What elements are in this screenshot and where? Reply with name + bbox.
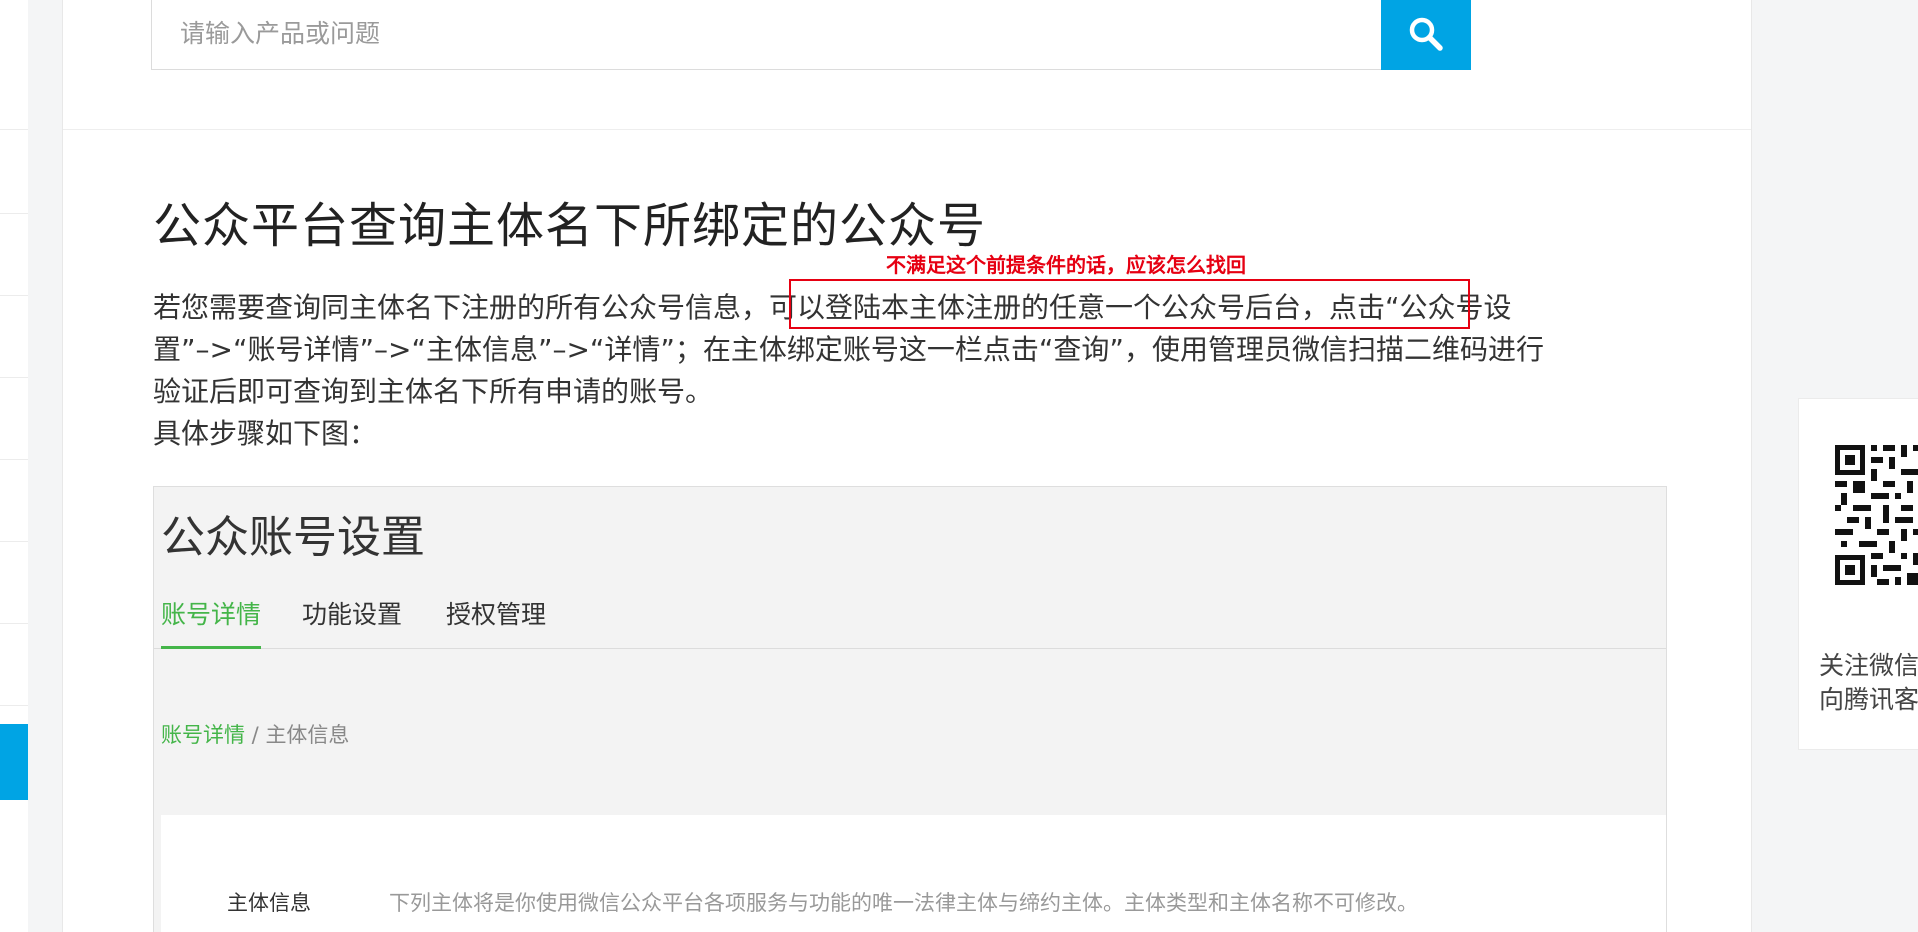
breadcrumb-link: 账号详情 (161, 723, 245, 747)
follow-widget: 关注微信 向腾讯客 (1798, 398, 1918, 750)
sidebar-row[interactable] (0, 214, 28, 296)
paragraph-line: 具体步骤如下图： (153, 417, 378, 450)
tab-authorization: 授权管理 (446, 600, 547, 629)
embedded-screenshot: 公众账号设置 账号详情 功能设置 授权管理 账号详情 / 主体信息 主体信息 下… (153, 486, 1667, 932)
annotation-highlight-box (789, 279, 1470, 329)
sidebar-row[interactable] (0, 624, 28, 706)
sidebar-row[interactable] (0, 130, 28, 214)
sidebar-row[interactable] (0, 0, 28, 130)
tab-account-details: 账号详情 (161, 597, 262, 649)
sidebar-row[interactable] (0, 378, 28, 460)
screenshot-panel: 主体信息 下列主体将是你使用微信公众平台各项服务与功能的唯一法律主体与缔约主体。… (161, 815, 1666, 932)
paragraph-line: 验证后即可查询到主体名下所有申请的账号。 (153, 375, 714, 408)
annotation-note: 不满足这个前提条件的话，应该怎么找回 (886, 253, 1246, 277)
tab-feature-settings: 功能设置 (302, 600, 403, 629)
search-button[interactable] (1381, 0, 1471, 70)
sidebar-row[interactable] (0, 460, 28, 542)
screenshot-tabs: 账号详情 功能设置 授权管理 (154, 597, 1666, 649)
sidebar-row[interactable] (0, 542, 28, 624)
screenshot-breadcrumb: 账号详情 / 主体信息 (161, 719, 349, 749)
qr-code-icon (1835, 445, 1918, 585)
breadcrumb-separator: / (245, 723, 266, 747)
sidebar-active-tab[interactable] (0, 724, 28, 800)
follow-text: 关注微信 向腾讯客 (1819, 649, 1918, 717)
screenshot-title: 公众账号设置 (161, 512, 425, 563)
search-input[interactable] (151, 0, 1383, 70)
left-sidebar (0, 0, 28, 932)
breadcrumb-current: 主体信息 (265, 723, 350, 747)
sidebar-row[interactable] (0, 296, 28, 378)
article-title: 公众平台查询主体名下所绑定的公众号 (153, 198, 987, 254)
paragraph-line: 置”–>“账号详情”–>“主体信息”–>“详情”；在主体绑定账号这一栏点击“查询… (153, 333, 1544, 366)
follow-text-line: 向腾讯客 (1819, 685, 1918, 714)
follow-text-line: 关注微信 (1819, 651, 1918, 680)
search-bar (63, 0, 1751, 130)
field-description: 下列主体将是你使用微信公众平台各项服务与功能的唯一法律主体与缔约主体。主体类型和… (389, 891, 1418, 915)
field-label: 主体信息 (227, 891, 311, 915)
main-content: 公众平台查询主体名下所绑定的公众号 不满足这个前提条件的话，应该怎么找回 若您需… (62, 0, 1752, 932)
search-icon (1409, 17, 1443, 51)
